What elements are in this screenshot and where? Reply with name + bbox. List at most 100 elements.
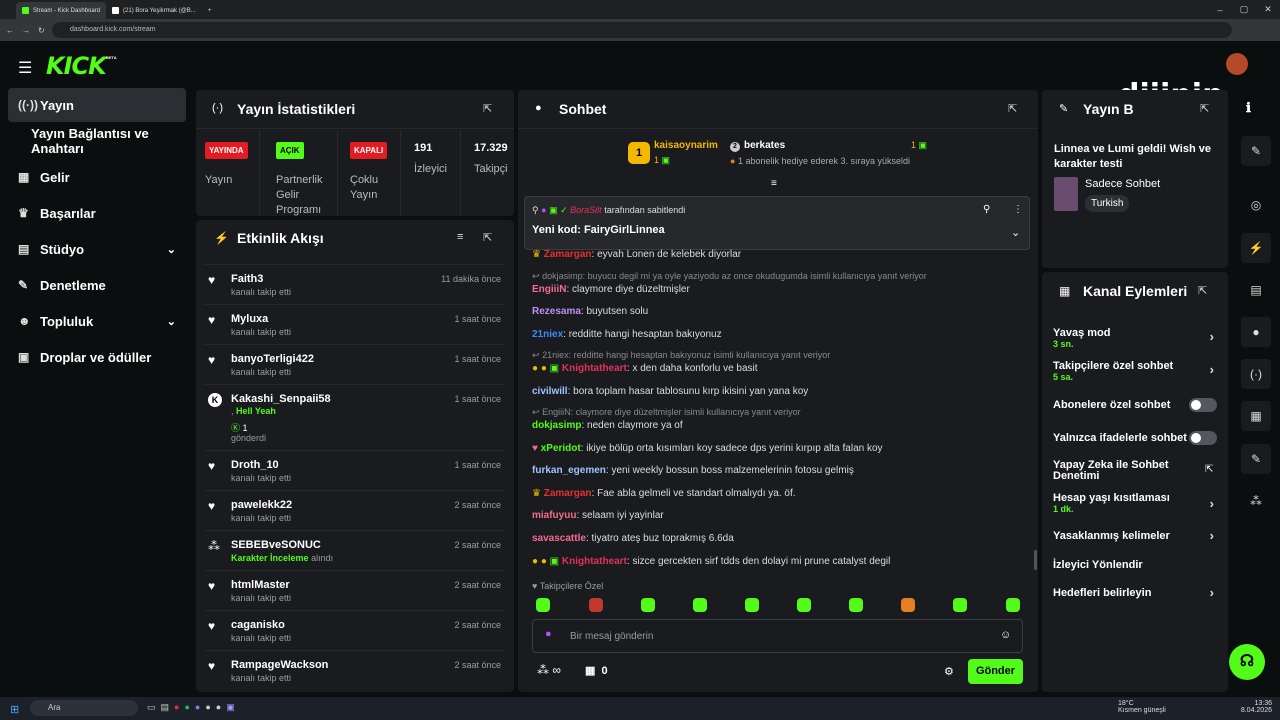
emote[interactable] — [901, 598, 915, 612]
sidebar-item-droplar[interactable]: ▣ Droplar ve ödüller — [8, 340, 186, 374]
emote[interactable] — [589, 598, 603, 612]
broadcast-icon: (·) — [212, 102, 223, 114]
filter-icon[interactable]: ≡ — [457, 231, 463, 243]
sidebar-item-studyo[interactable]: ▤ Stüdyo ⌄ — [8, 232, 186, 266]
windows-start-icon[interactable]: ⊞ — [10, 703, 19, 716]
popout-icon[interactable]: ⇱ — [483, 231, 492, 244]
heart-icon: ♥ — [208, 579, 216, 593]
emote[interactable] — [953, 598, 967, 612]
emote[interactable] — [1006, 598, 1020, 612]
settings-icon[interactable]: ⚙ — [944, 665, 954, 678]
divider — [196, 128, 514, 129]
send-button[interactable]: Gönder — [968, 659, 1023, 684]
close-icon[interactable]: ✕ — [1256, 4, 1280, 15]
edit-icon[interactable]: ✎ — [1241, 136, 1271, 166]
popout-icon[interactable]: ⇱ — [1200, 102, 1209, 115]
category-name[interactable]: Sadece Sohbet — [1085, 178, 1160, 190]
beta-label: BETA — [106, 55, 117, 60]
x-favicon-icon — [112, 7, 120, 14]
emote[interactable] — [797, 598, 811, 612]
chevron-down-icon[interactable]: ⌄ — [1011, 226, 1020, 239]
emote[interactable] — [641, 598, 655, 612]
status-live: YAYINDA Yayın — [205, 142, 248, 188]
channel-action-account-age[interactable]: Hesap yaşı kısıtlaması 1 dk. › — [1053, 492, 1218, 514]
activity-item: ♥ Faith3 kanalı takip etti 11 dakika önce — [205, 264, 505, 304]
heart-icon: ♥ — [208, 499, 216, 513]
channel-action-followers-only[interactable]: Takipçilere özel sohbet 5 sa. › — [1053, 360, 1218, 382]
chevron-right-icon: › — [1209, 496, 1214, 511]
emote[interactable] — [693, 598, 707, 612]
sidebar-item-yayin[interactable]: ((·)) Yayın — [8, 88, 186, 122]
chat-message: ● ● ▣ Knightatheart: sizce gercekten sir… — [532, 556, 891, 567]
collapse-icon[interactable]: ≡ — [771, 178, 777, 189]
minimize-icon[interactable]: – — [1208, 5, 1232, 15]
leaderboard-user: 2 berkates — [730, 140, 785, 152]
taskbar-search[interactable]: Ara — [30, 700, 138, 716]
chat-scrollbar[interactable] — [1034, 550, 1037, 570]
taskbar-clock[interactable]: 13:36 8.04.2026 — [1240, 700, 1272, 714]
chat-reply: ↩ EngiiiN: claymore diye düzeltmişler is… — [532, 407, 801, 417]
more-icon[interactable]: ⋮ — [1013, 204, 1023, 215]
hamburger-menu-icon[interactable]: ☰ — [18, 58, 32, 78]
broadcast-icon[interactable]: (·) — [1241, 359, 1271, 389]
lightning-icon[interactable]: ⚡ — [1241, 233, 1271, 263]
store-icon: ▦ — [585, 665, 596, 677]
badge-icon: ♥ — [532, 443, 538, 454]
taskbar-apps[interactable]: ▭ ▤ ● ● ● ● ● ▣ — [147, 702, 235, 713]
sidebar-subitem-stream-key[interactable]: Yayın Bağlantısı ve Anahtarı — [8, 124, 186, 158]
leaderboard-user[interactable]: kaisaoynarim — [654, 140, 718, 151]
emote-only-toggle[interactable] — [1189, 431, 1217, 445]
avatar[interactable] — [1226, 53, 1248, 75]
status-multistream: KAPALI Çoklu Yayın — [350, 142, 400, 203]
badge-icon: ▣ — [549, 363, 560, 374]
points-icon[interactable]: ⁂ ∞ — [537, 663, 561, 677]
tab-title: Stream - Kick Dashboard — [33, 7, 101, 14]
browser-tab-active[interactable]: Stream - Kick Dashboard — [16, 2, 107, 19]
chat-message: Rezesama: buyutsen solu — [532, 306, 649, 317]
channel-action-banned-words[interactable]: Yasaklanmış kelimeler › — [1053, 528, 1218, 543]
popout-icon[interactable]: ⇱ — [1008, 102, 1017, 115]
emoji-icon[interactable]: ☺ — [1000, 629, 1011, 641]
channel-action-goals[interactable]: Hedefleri belirleyin › — [1053, 585, 1218, 600]
store-icon[interactable]: ▦ — [1241, 401, 1271, 431]
emote[interactable] — [536, 598, 550, 612]
emote[interactable] — [745, 598, 759, 612]
subscribers-only-toggle[interactable] — [1189, 398, 1217, 412]
info-icon[interactable]: ℹ — [1246, 100, 1251, 116]
popout-icon[interactable]: ⇱ — [483, 102, 492, 115]
sidebar-item-denetleme[interactable]: ✎ Denetleme — [8, 268, 186, 302]
popout-icon[interactable]: ⇱ — [1198, 284, 1207, 297]
lightning-icon: ⚡ — [214, 231, 229, 245]
kick-logo[interactable]: KICK — [46, 52, 107, 80]
channel-action-ai-moderation[interactable]: Yapay Zeka ile Sohbet Denetimi — [1053, 460, 1183, 482]
wrench-icon[interactable]: ✎ — [1241, 444, 1271, 474]
unpin-icon[interactable]: ⚲ — [983, 204, 990, 215]
maximize-icon[interactable]: ▢ — [1232, 4, 1256, 15]
dots-icon[interactable]: ⁂ — [1241, 486, 1271, 516]
document-icon[interactable]: ▤ — [1241, 275, 1271, 305]
chat-bubble-icon[interactable]: ● — [1241, 317, 1271, 347]
chat-message: ♛ Zamargan: Fae abla gelmeli ve standart… — [532, 488, 796, 499]
camera-icon[interactable]: ◎ — [1241, 190, 1271, 220]
browser-tab[interactable]: (21) Bora Yeşilırmak (@B... — [106, 2, 202, 19]
forward-icon[interactable]: → — [22, 26, 30, 35]
channel-action-slow-mode[interactable]: Yavaş mod 3 sn. › — [1053, 327, 1218, 349]
reload-icon[interactable]: ↻ — [38, 26, 45, 35]
emote[interactable] — [849, 598, 863, 612]
address-bar[interactable]: dashboard.kick.com/stream — [52, 22, 1232, 38]
store-button[interactable]: ▦ 0 — [585, 664, 608, 677]
channel-action-raid[interactable]: İzleyici Yönlendir — [1053, 559, 1218, 571]
weather-widget[interactable]: 18°C Kısmen güneşli — [1118, 700, 1166, 714]
external-link-icon[interactable]: ⇱ — [1205, 464, 1213, 475]
sidebar-item-basarilar[interactable]: ♛ Başarılar — [8, 196, 186, 230]
new-tab-button[interactable]: + — [202, 2, 218, 19]
sidebar-item-gelir[interactable]: ▦ Gelir — [8, 160, 186, 194]
tag-pill[interactable]: Turkish — [1085, 195, 1130, 212]
chat-message: ♛ Zamargan: eyvah Lonen de kelebek diyor… — [532, 249, 742, 260]
heart-icon: ♥ — [208, 313, 216, 327]
support-headset-icon[interactable]: ☊ — [1229, 644, 1265, 680]
category-thumbnail — [1054, 177, 1078, 211]
crown-icon: ♛ — [532, 488, 541, 499]
sidebar-item-topluluk[interactable]: ☻ Topluluk ⌄ — [8, 304, 186, 338]
back-icon[interactable]: ← — [6, 26, 14, 35]
